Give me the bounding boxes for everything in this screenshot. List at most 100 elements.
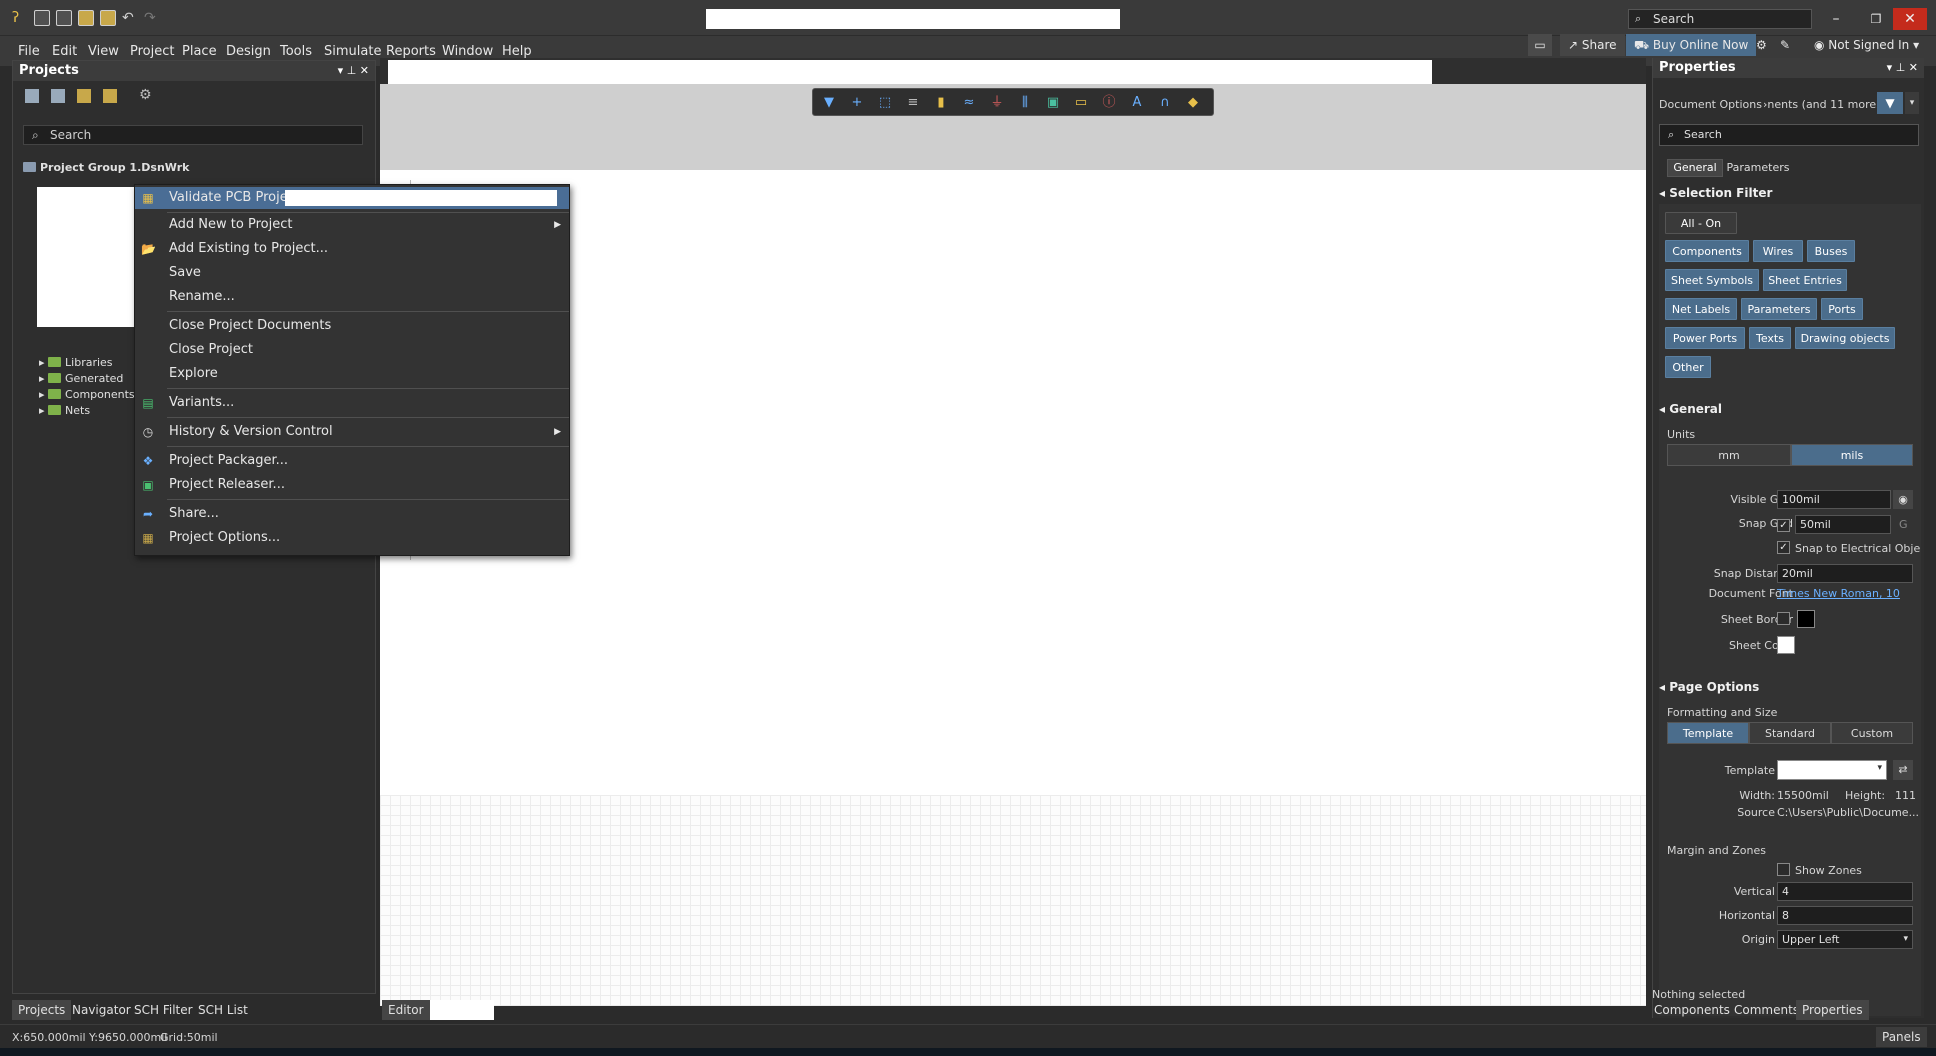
undo-icon[interactable]: ↶ xyxy=(122,10,138,26)
open-icon[interactable] xyxy=(77,89,91,103)
document-tab-occluded[interactable] xyxy=(430,1000,494,1020)
port-icon[interactable]: ▭ xyxy=(1073,95,1089,111)
projects-search-input[interactable]: ⌕ Search xyxy=(23,125,363,145)
menu-project-packager[interactable]: ❖ Project Packager... xyxy=(135,450,569,472)
menu-validate-pcb-project[interactable]: ▦ Validate PCB Project xyxy=(135,187,569,209)
menu-place[interactable]: Place xyxy=(182,44,217,59)
filter-sheet-symbols[interactable]: Sheet Symbols xyxy=(1665,269,1759,291)
sheet-border-color[interactable] xyxy=(1797,610,1815,628)
open-folder-icon[interactable] xyxy=(78,10,94,26)
tab-navigator[interactable]: Navigator xyxy=(66,1000,137,1020)
menu-project-releaser[interactable]: ▣ Project Releaser... xyxy=(135,474,569,496)
tab-general[interactable]: General xyxy=(1667,159,1723,177)
document-font-link[interactable]: Times New Roman, 10 xyxy=(1777,587,1900,600)
format-standard[interactable]: Standard xyxy=(1749,722,1831,744)
visible-grid-field[interactable]: 100mil xyxy=(1777,490,1891,509)
global-search-input[interactable]: ⌕ Search xyxy=(1628,9,1812,29)
menu-simulate[interactable]: Simulate xyxy=(324,44,381,59)
menu-close-project[interactable]: Close Project xyxy=(135,339,569,361)
all-on-button[interactable]: All - On xyxy=(1665,212,1737,234)
tab-components[interactable]: Components xyxy=(1648,1000,1736,1020)
component-icon[interactable]: ▮ xyxy=(933,95,949,111)
tab-parameters[interactable]: Parameters xyxy=(1725,159,1791,177)
align-icon[interactable]: ≡ xyxy=(905,95,921,111)
close-button[interactable]: ✕ xyxy=(1893,8,1927,30)
menu-reports[interactable]: Reports xyxy=(386,44,436,59)
menu-explore[interactable]: Explore xyxy=(135,363,569,385)
panel-controls[interactable]: ▾ ⊥ ✕ xyxy=(338,61,369,81)
filter-sheet-entries[interactable]: Sheet Entries xyxy=(1763,269,1847,291)
eye-icon[interactable]: ◉ xyxy=(1893,490,1913,509)
menu-add-new-to-project[interactable]: Add New to Project ▶ xyxy=(135,214,569,236)
tab-editor[interactable]: Editor xyxy=(382,1000,430,1020)
tab-properties[interactable]: Properties xyxy=(1796,1000,1869,1020)
sheet-border-checkbox[interactable] xyxy=(1777,612,1790,625)
text-icon[interactable]: A xyxy=(1129,95,1145,111)
snap-distance-field[interactable]: 20mil xyxy=(1777,564,1913,583)
settings-icon[interactable]: ⚙ xyxy=(139,87,152,103)
filter-icon[interactable]: ▼ xyxy=(821,95,837,111)
menu-tools[interactable]: Tools xyxy=(280,44,312,59)
template-dropdown[interactable]: ▾ xyxy=(1777,760,1887,780)
filter-wires[interactable]: Wires xyxy=(1753,240,1803,262)
document-tab[interactable] xyxy=(388,60,1432,84)
format-template[interactable]: Template xyxy=(1667,722,1749,744)
bus-icon[interactable]: ⫼ xyxy=(1017,95,1033,111)
snap-grid-checkbox[interactable]: ✓ xyxy=(1777,519,1790,532)
directive-icon[interactable]: ⓘ xyxy=(1101,95,1117,111)
menu-window[interactable]: Window xyxy=(442,44,493,59)
filter-power-ports[interactable]: Power Ports xyxy=(1665,327,1745,349)
menu-project[interactable]: Project xyxy=(130,44,174,59)
snap-electrical-checkbox[interactable]: ✓ xyxy=(1777,541,1790,554)
menu-history-version-control[interactable]: ◷ History & Version Control ▶ xyxy=(135,421,569,443)
wire-icon[interactable]: ≈ xyxy=(961,95,977,111)
menu-project-options[interactable]: ▦ Project Options... xyxy=(135,527,569,549)
menu-add-existing[interactable]: 📂 Add Existing to Project... xyxy=(135,238,569,260)
comment-icon[interactable]: ▭ xyxy=(1528,34,1552,56)
filter-parameters[interactable]: Parameters xyxy=(1741,298,1817,320)
save-all-icon[interactable] xyxy=(51,89,65,103)
tab-comments[interactable]: Comments xyxy=(1728,1000,1805,1020)
filter-drawing-objects[interactable]: Drawing objects xyxy=(1795,327,1895,349)
filter-components[interactable]: Components xyxy=(1665,240,1749,262)
save-all-icon[interactable] xyxy=(56,10,72,26)
menu-variants[interactable]: ▤ Variants... xyxy=(135,392,569,414)
units-mils[interactable]: mils xyxy=(1791,444,1913,466)
save-icon[interactable] xyxy=(25,89,39,103)
filter-texts[interactable]: Texts xyxy=(1749,327,1791,349)
properties-search-input[interactable]: ⌕ Search xyxy=(1659,124,1919,146)
panels-button[interactable]: Panels xyxy=(1876,1027,1927,1047)
filter-net-labels[interactable]: Net Labels xyxy=(1665,298,1737,320)
crosshair-icon[interactable]: + xyxy=(849,95,865,111)
tree-item-libraries[interactable]: ▸ Libraries xyxy=(39,356,113,369)
refresh-icon[interactable]: ⇄ xyxy=(1893,760,1913,780)
project-group-item[interactable]: Project Group 1.DsnWrk xyxy=(23,161,189,174)
vertical-field[interactable]: 4 xyxy=(1777,882,1913,901)
tree-item-generated[interactable]: ▸ Generated xyxy=(39,372,123,385)
tree-item-components[interactable]: ▸ Components xyxy=(39,388,135,401)
units-mm[interactable]: mm xyxy=(1667,444,1791,466)
menu-help[interactable]: Help xyxy=(502,44,532,59)
select-icon[interactable]: ⬚ xyxy=(877,95,893,111)
origin-select[interactable]: Upper Left ▾ xyxy=(1777,930,1913,949)
menu-view[interactable]: View xyxy=(88,44,119,59)
menu-edit[interactable]: Edit xyxy=(52,44,77,59)
tab-projects[interactable]: Projects xyxy=(12,1000,72,1020)
restore-button[interactable]: ❐ xyxy=(1856,8,1896,30)
sheet-symbol-icon[interactable]: ▣ xyxy=(1045,95,1061,111)
arc-icon[interactable]: ∩ xyxy=(1157,95,1173,111)
open-project-icon[interactable] xyxy=(103,89,117,103)
gear-icon[interactable]: ⚙ xyxy=(1752,34,1771,56)
save-icon[interactable] xyxy=(34,10,50,26)
menu-rename[interactable]: Rename... xyxy=(135,286,569,308)
format-custom[interactable]: Custom xyxy=(1831,722,1913,744)
power-port-icon[interactable]: ⏚ xyxy=(989,95,1005,111)
snap-grid-field[interactable]: 50mil xyxy=(1795,515,1891,534)
filter-buses[interactable]: Buses xyxy=(1807,240,1855,262)
menu-file[interactable]: File xyxy=(18,44,40,59)
menu-close-project-documents[interactable]: Close Project Documents xyxy=(135,315,569,337)
sheet-color-swatch[interactable] xyxy=(1777,636,1795,654)
minimize-button[interactable]: – xyxy=(1816,8,1856,30)
buy-online-button[interactable]: ⛟ Buy Online Now xyxy=(1626,34,1757,56)
horizontal-field[interactable]: 8 xyxy=(1777,906,1913,925)
